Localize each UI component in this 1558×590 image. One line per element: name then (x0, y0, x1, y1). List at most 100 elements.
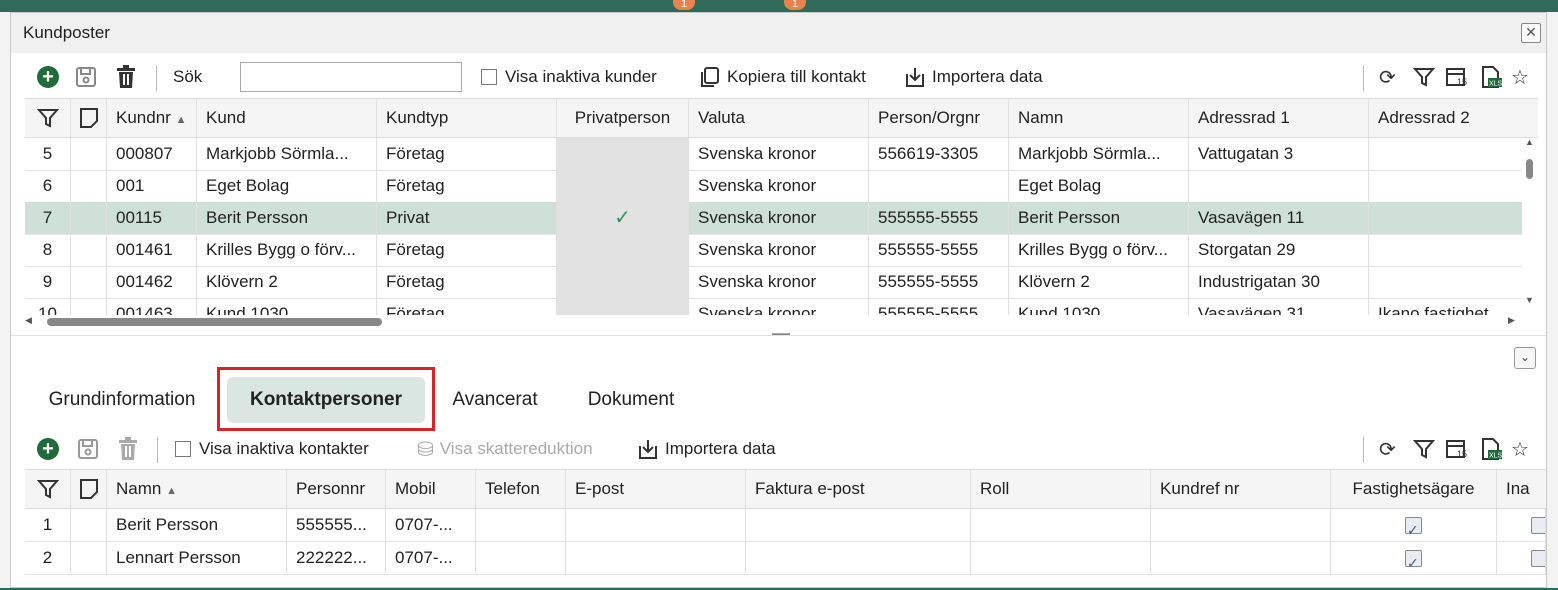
empty-cell[interactable] (746, 509, 971, 541)
table-row[interactable]: 6 001 Eget Bolag Företag Svenska kronor Eget … (25, 170, 1522, 203)
adr1-cell[interactable]: Storgatan 29 (1189, 234, 1369, 266)
inaktiv-cell[interactable] (1497, 509, 1546, 541)
empty-cell[interactable] (971, 509, 1151, 541)
column-header-adressrad1[interactable]: Adressrad 1 (1189, 99, 1369, 137)
empty-cell[interactable] (71, 542, 107, 574)
notification-badge[interactable]: 1 (673, 0, 695, 10)
namn-cell[interactable]: Berit Persson (107, 509, 287, 541)
adr1-cell[interactable]: Industrigatan 30 (1189, 266, 1369, 298)
checkbox[interactable] (1405, 547, 1422, 574)
favorite-button[interactable]: ☆ (1511, 431, 1529, 467)
checkbox[interactable] (1531, 550, 1545, 568)
delete-contact-button[interactable] (117, 431, 139, 467)
notes-column-header[interactable] (71, 470, 107, 508)
column-header-personnr[interactable]: Personnr (287, 470, 386, 508)
kundnr-cell[interactable]: 001 (107, 170, 197, 202)
kundtyp-cell[interactable]: Privat (377, 202, 557, 234)
scroll-thumb[interactable] (47, 318, 382, 326)
delete-button[interactable] (115, 59, 137, 95)
scroll-down-icon[interactable]: ▼ (1525, 295, 1534, 305)
column-header-roll[interactable]: Roll (971, 470, 1151, 508)
n-cell[interactable]: 2 (25, 542, 71, 574)
fastighetsagare-cell[interactable] (1331, 509, 1497, 541)
orgnr-cell[interactable]: 555555-5555 (869, 202, 1009, 234)
column-header-faktura-epost[interactable]: Faktura e-post (746, 470, 971, 508)
kundnr-cell[interactable]: 00115 (107, 202, 197, 234)
empty-cell[interactable] (1151, 509, 1331, 541)
privatperson-cell[interactable] (557, 298, 689, 315)
kundnr-cell[interactable]: 000807 (107, 138, 197, 170)
column-header-kundnr[interactable]: Kundnr ▲ (107, 99, 197, 137)
orgnr-cell[interactable] (869, 170, 1009, 202)
valuta-cell[interactable]: Svenska kronor (689, 298, 869, 315)
n-cell[interactable]: 1 (25, 509, 71, 541)
adr1-cell[interactable] (1189, 170, 1369, 202)
note-cell[interactable] (71, 138, 107, 170)
kund-cell[interactable]: Markjobb Sörmla... (197, 138, 377, 170)
tab-grundinformation[interactable]: Grundinformation (27, 377, 217, 423)
empty-cell[interactable] (1151, 542, 1331, 574)
adr1-cell[interactable]: Vattugatan 3 (1189, 138, 1369, 170)
calendar-button[interactable]: 15 (1445, 59, 1469, 95)
calendar-button[interactable]: 15 (1445, 431, 1469, 467)
kundtyp-cell[interactable]: Företag (377, 266, 557, 298)
import-contacts-button[interactable]: Importera data (637, 431, 776, 467)
note-cell[interactable] (71, 234, 107, 266)
adr1-cell[interactable]: Vasavägen 11 (1189, 202, 1369, 234)
kund-cell[interactable]: Krilles Bygg o förv... (197, 234, 377, 266)
save-contact-button[interactable] (77, 431, 99, 467)
notes-column-header[interactable] (71, 99, 107, 137)
empty-cell[interactable] (746, 542, 971, 574)
kund-cell[interactable]: Eget Bolag (197, 170, 377, 202)
table-row[interactable]: 2 Lennart Persson 222222... 0707-... (25, 542, 1546, 575)
tab-dokument[interactable]: Dokument (567, 377, 695, 423)
checkbox[interactable] (1531, 517, 1545, 535)
privatperson-cell[interactable] (557, 266, 689, 298)
copy-to-contact-button[interactable]: Kopiera till kontakt (699, 59, 866, 95)
table-row[interactable]: 10 001463 Kund 1030 Företag Svenska kronor 55… (25, 298, 1522, 315)
namn-cell[interactable]: Berit Persson (1009, 202, 1189, 234)
show-inactive-customers-toggle[interactable]: Visa inaktiva kunder (481, 59, 657, 95)
personnr-cell[interactable]: 555555... (287, 509, 386, 541)
show-inactive-contacts-toggle[interactable]: Visa inaktiva kontakter (175, 431, 369, 467)
privatperson-cell[interactable] (557, 170, 689, 202)
adr2-cell[interactable] (1369, 266, 1538, 298)
n-cell[interactable]: 7 (25, 202, 71, 234)
kundtyp-cell[interactable]: Företag (377, 170, 557, 202)
column-header-inaktiv[interactable]: Ina (1497, 470, 1546, 508)
orgnr-cell[interactable]: 555555-5555 (869, 298, 1009, 315)
column-header-kundtyp[interactable]: Kundtyp (377, 99, 557, 137)
column-header-namn[interactable]: Namn (1009, 99, 1189, 137)
column-header-valuta[interactable]: Valuta (689, 99, 869, 137)
refresh-button[interactable]: ⟳ (1379, 59, 1396, 95)
kundtyp-cell[interactable]: Företag (377, 298, 557, 315)
notification-badge[interactable]: 1 (784, 0, 806, 10)
column-header-kundref[interactable]: Kundref nr (1151, 470, 1331, 508)
namn-cell[interactable]: Kund 1030 (1009, 298, 1189, 315)
valuta-cell[interactable]: Svenska kronor (689, 170, 869, 202)
checkbox[interactable] (175, 441, 191, 457)
import-data-button[interactable]: Importera data (904, 59, 1043, 95)
export-xls-button[interactable]: XLS (1479, 431, 1503, 467)
note-cell[interactable] (71, 202, 107, 234)
empty-cell[interactable] (566, 509, 746, 541)
kundtyp-cell[interactable]: Företag (377, 138, 557, 170)
column-header-adressrad2[interactable]: Adressrad 2 (1369, 99, 1538, 137)
mobil-cell[interactable]: 0707-... (386, 509, 476, 541)
n-cell[interactable]: 8 (25, 234, 71, 266)
kund-cell[interactable]: Klövern 2 (197, 266, 377, 298)
filter-button[interactable] (1413, 431, 1435, 467)
note-cell[interactable] (71, 266, 107, 298)
empty-cell[interactable] (971, 542, 1151, 574)
adr2-cell[interactable] (1369, 202, 1538, 234)
close-window-button[interactable]: ✕ (1521, 23, 1541, 43)
column-header-namn[interactable]: Namn ▲ (107, 470, 287, 508)
column-filter-button[interactable] (25, 470, 71, 508)
kundnr-cell[interactable]: 001462 (107, 266, 197, 298)
checkbox[interactable] (481, 69, 497, 85)
table-row[interactable]: 5 000807 Markjobb Sörmla... Företag Svenska … (25, 138, 1522, 171)
empty-cell[interactable] (71, 509, 107, 541)
privatperson-cell[interactable]: ✓ (557, 202, 689, 234)
inaktiv-cell[interactable] (1497, 542, 1546, 574)
empty-cell[interactable] (476, 509, 566, 541)
